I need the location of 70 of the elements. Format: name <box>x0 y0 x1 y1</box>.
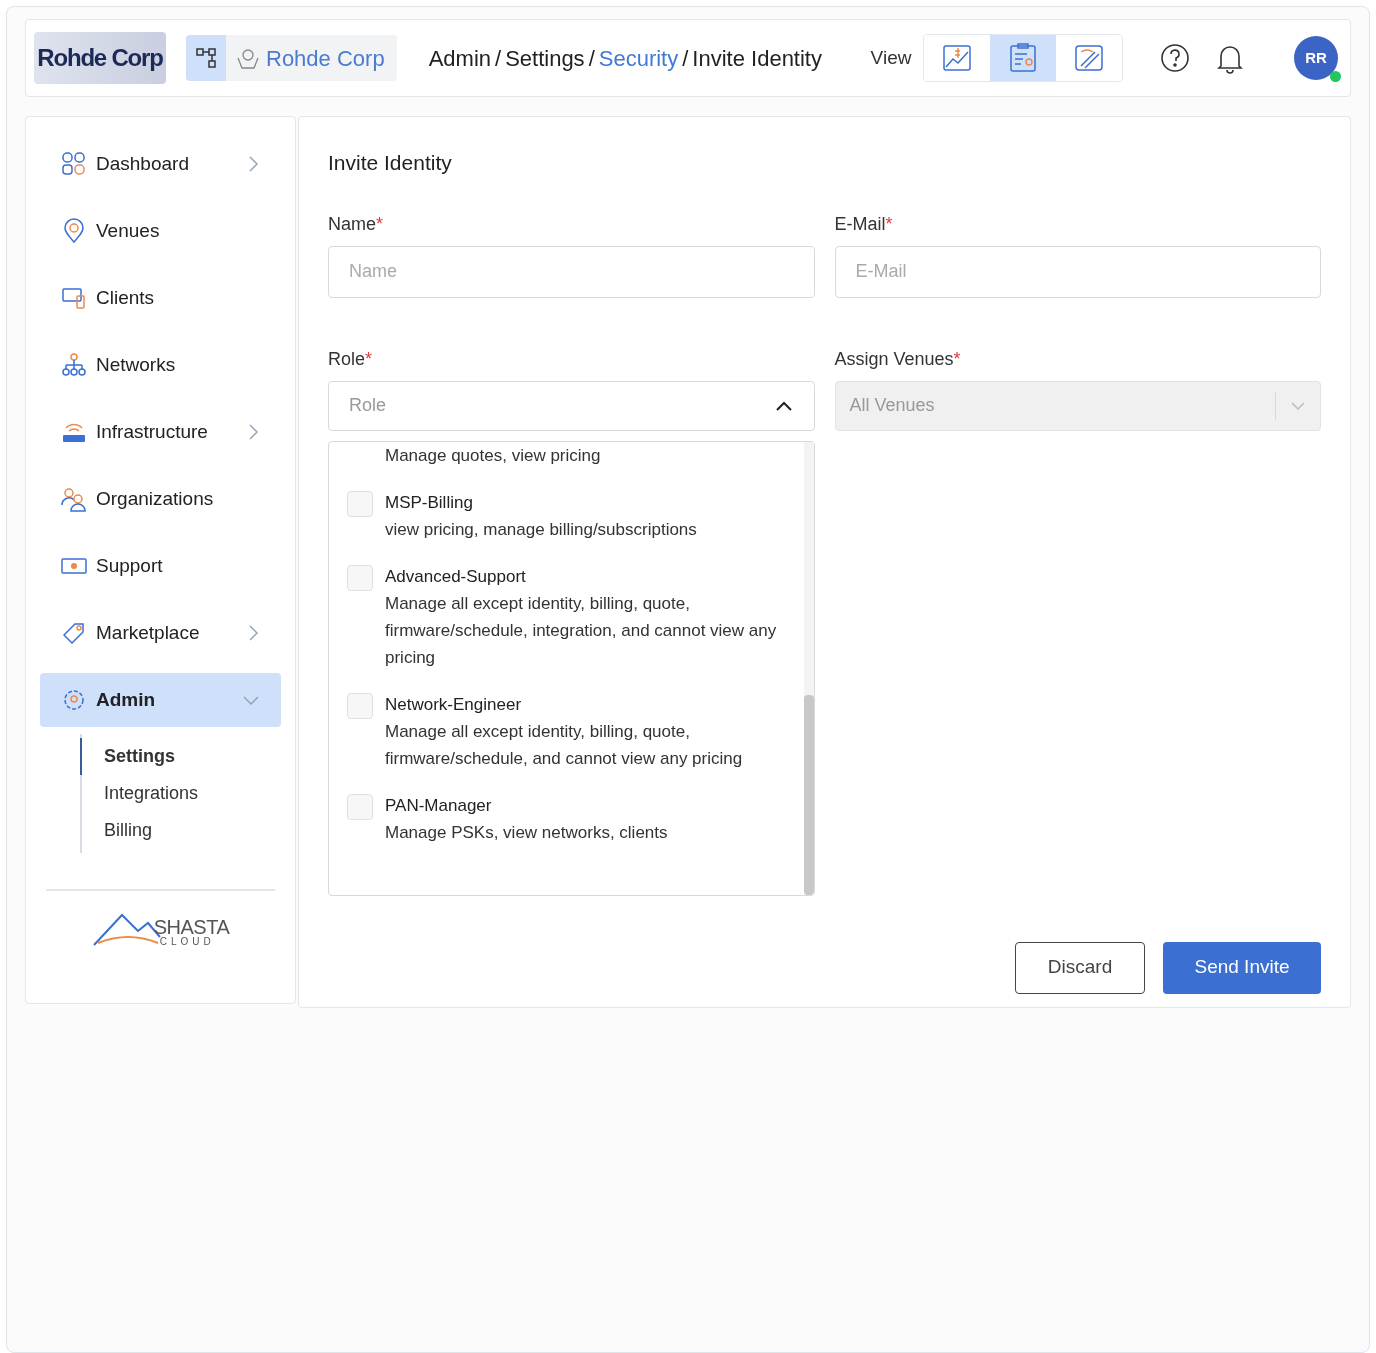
form-title: Invite Identity <box>328 150 453 176</box>
field-label: E-Mail <box>834 213 886 234</box>
nav-item[interactable]: Venues <box>40 204 281 258</box>
nav-item[interactable]: Organizations <box>40 472 281 526</box>
sub-nav-item[interactable]: Billing <box>80 812 281 849</box>
nav-label: Infrastructure <box>96 419 208 444</box>
breadcrumb-link[interactable]: Security <box>598 41 679 75</box>
grid-icon <box>60 150 88 178</box>
checkbox[interactable] <box>347 490 373 517</box>
checkbox[interactable] <box>347 692 373 719</box>
nav-item[interactable]: Dashboard <box>40 137 281 191</box>
nav-label: Dashboard <box>96 151 189 176</box>
role-description: Manage PSKs, view networks, clients <box>385 821 668 844</box>
people-icon <box>60 485 88 513</box>
nav-item[interactable]: Marketplace <box>40 606 281 660</box>
required-mark: * <box>365 348 373 369</box>
view-label: View <box>870 45 912 70</box>
role-name: MSP-Billing <box>385 491 474 514</box>
required-mark: * <box>953 348 961 369</box>
breadcrumb-item: Settings <box>505 44 585 73</box>
view-toggle[interactable] <box>990 35 1057 81</box>
field-label: Assign Venues <box>834 348 954 369</box>
chart-icon <box>941 42 974 74</box>
scrollbar[interactable] <box>803 441 814 895</box>
sub-nav-item[interactable]: Integrations <box>80 775 281 812</box>
nav-item[interactable]: Networks <box>40 338 281 392</box>
required-mark: * <box>885 213 893 234</box>
tools-icon <box>1073 42 1106 74</box>
nav-label: Clients <box>96 285 155 310</box>
hierarchy-icon <box>195 47 217 69</box>
nav-label: Admin <box>96 687 156 712</box>
role-description: view pricing, manage billing/subscriptions <box>385 518 697 541</box>
role-name: PAN-Manager <box>385 794 493 817</box>
required-mark: * <box>376 213 384 234</box>
nav-item[interactable]: Support <box>40 539 281 593</box>
discard-button[interactable]: Discard <box>1015 941 1145 994</box>
nav-item[interactable]: Infrastructure <box>40 405 281 459</box>
nav-item[interactable]: Clients <box>40 271 281 325</box>
breadcrumb-item: Invite Identity <box>692 44 822 73</box>
hierarchy-button[interactable] <box>186 35 226 81</box>
role-description: Manage all except identity, billing, quote, firmware/schedule, and cannot view any pricing <box>385 720 744 770</box>
role-description: Manage all except identity, billing, quote, firmware/schedule, integration, and cannot view any pricing <box>385 592 778 669</box>
nav-label: Organizations <box>96 486 214 511</box>
nav-item[interactable]: Admin <box>40 673 281 727</box>
nav-label: Networks <box>96 352 176 377</box>
user-avatar[interactable]: RR <box>1294 36 1338 80</box>
role-name: Network-Engineer <box>385 693 523 716</box>
breadcrumb-separator: / <box>495 44 502 73</box>
send-button[interactable]: Send Invite <box>1163 941 1321 994</box>
checkbox[interactable] <box>347 793 373 820</box>
name-field[interactable]: Name <box>328 245 815 298</box>
role-name: Advanced-Support <box>385 565 527 588</box>
brand-subtitle: CLOUD <box>159 937 216 947</box>
network-icon <box>60 351 88 379</box>
company-logo: Rohde Corp <box>34 32 166 84</box>
role-description: Manage quotes, view pricing <box>385 444 601 467</box>
nav-label: Marketplace <box>96 620 200 645</box>
email-field[interactable]: E-Mail <box>834 245 1321 298</box>
brand-title: SHASTA <box>153 917 230 937</box>
field-label: Name <box>328 213 376 234</box>
breadcrumb-item: Admin <box>428 44 491 73</box>
help-icon[interactable] <box>1159 42 1192 74</box>
sub-nav-item[interactable]: Settings <box>80 738 281 775</box>
breadcrumb-separator: / <box>682 44 689 73</box>
checkbox[interactable] <box>347 564 373 591</box>
field-label: Role <box>328 348 366 369</box>
nav-label: Support <box>96 553 163 578</box>
nav-label: Venues <box>96 218 160 243</box>
organization-name: Rohde Corp <box>266 44 385 73</box>
breadcrumb-separator: / <box>588 44 595 73</box>
